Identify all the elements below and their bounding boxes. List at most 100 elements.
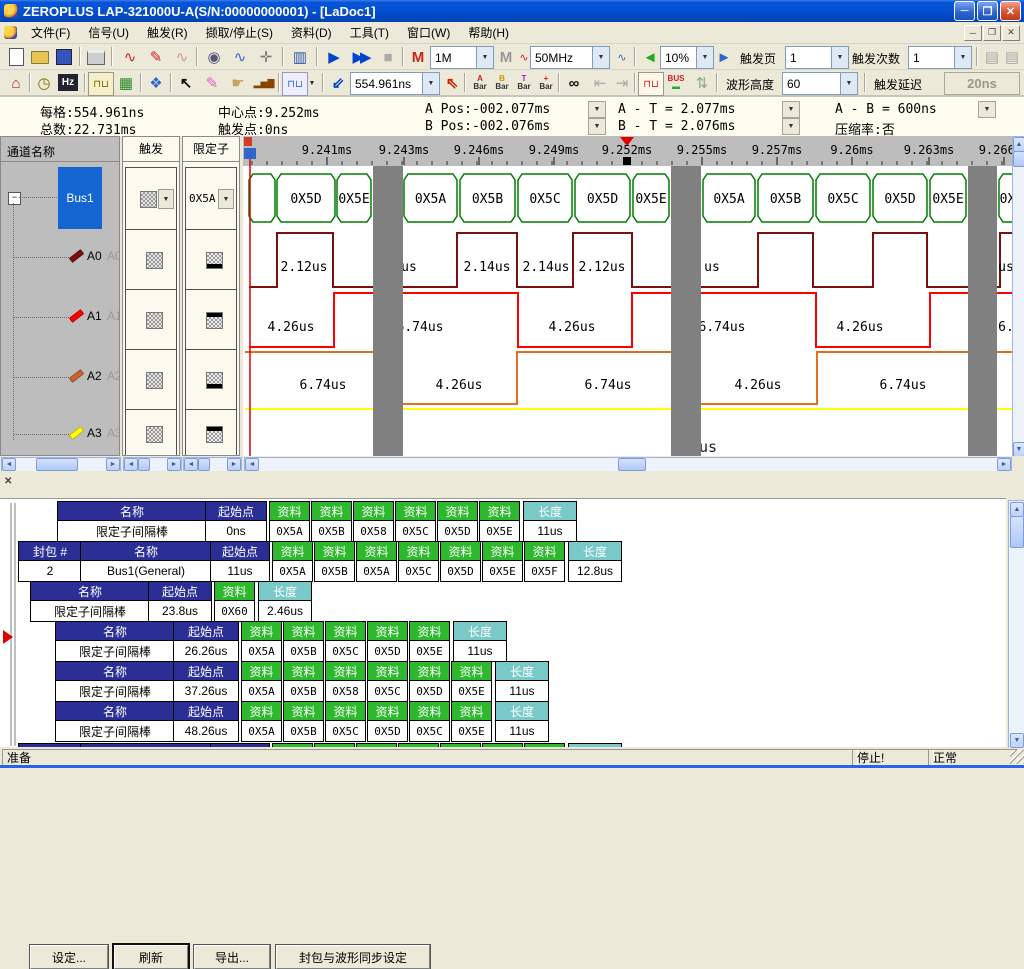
scroll-right-icon[interactable]: ► [997, 458, 1011, 471]
mdi-restore-icon[interactable]: ❐ [983, 25, 1001, 41]
trigger-wave-icon[interactable]: ∿ [228, 46, 252, 68]
waveform-window-icon[interactable]: ⊓⊔ [88, 72, 114, 96]
sample-rate-select[interactable]: 50MHz▼ [530, 46, 610, 69]
trigger-left-arrow-icon[interactable]: ◄ [638, 46, 662, 68]
menu-item-1[interactable]: 信号(U) [79, 21, 138, 44]
dont-care-icon[interactable] [146, 252, 163, 269]
scroll-thumb[interactable] [618, 458, 646, 471]
trigger-cell-4[interactable] [125, 409, 177, 456]
t-bar-icon[interactable]: TBar [512, 72, 536, 94]
scroll-thumb[interactable] [1013, 151, 1024, 167]
channel-label-A3[interactable]: A3 [87, 426, 102, 440]
menu-item-0[interactable]: 文件(F) [22, 21, 79, 44]
a-pos-dropdown[interactable]: ▼ [588, 101, 606, 118]
highlight-pen-icon[interactable]: ✎ [200, 72, 224, 94]
a-bar-icon[interactable]: ABar [468, 72, 492, 94]
zoom-back-icon[interactable]: ⇖ [440, 72, 464, 94]
run-icon[interactable]: ▶ [322, 46, 346, 68]
qualifier-cell-2[interactable] [185, 289, 237, 351]
trigger-count-select[interactable]: 1▼ [908, 46, 972, 69]
trigger-cursor-icon[interactable]: ✛ [254, 46, 278, 68]
trigger-settings-icon[interactable]: ∿ [118, 46, 142, 68]
scroll-left-icon[interactable]: ◄ [184, 458, 198, 471]
memory-depth-select[interactable]: 1M▼ [430, 46, 494, 69]
b-pos-dropdown[interactable]: ▼ [588, 118, 606, 135]
display-ratio-select[interactable]: 10%▼ [660, 46, 714, 69]
packet-refresh-button[interactable]: 刷新 [114, 945, 188, 969]
channel-label-A1[interactable]: A1 [87, 309, 102, 323]
minimize-icon[interactable]: ─ [954, 1, 975, 21]
time-per-div-select[interactable]: 554.961ns▼ [350, 72, 440, 95]
scroll-left-icon[interactable]: ◄ [2, 458, 16, 471]
scroll-up-icon[interactable]: ▲ [1013, 137, 1024, 152]
open-file-icon[interactable] [28, 46, 52, 68]
channel-label-A0[interactable]: A0 [87, 249, 102, 263]
scroll-thumb[interactable] [1010, 516, 1024, 548]
qualifier-cell-4[interactable] [185, 409, 237, 456]
trigger-cell-1[interactable] [125, 229, 177, 291]
dont-care-icon[interactable] [146, 312, 163, 329]
bus-expander[interactable]: − [8, 192, 21, 205]
mdi-close-icon[interactable]: ✕ [1002, 25, 1020, 41]
wave-mode-dropdown-icon[interactable]: ▼ [306, 72, 318, 94]
scroll-left-icon[interactable]: ◄ [245, 458, 259, 471]
qualifier-cell-0[interactable]: 0X5A▼ [185, 167, 237, 231]
mdi-minimize-icon[interactable]: ─ [964, 25, 982, 41]
wave-mode-icon[interactable]: ⊓⊔ [282, 72, 308, 96]
dont-care-icon[interactable] [140, 191, 157, 208]
packet-export-button[interactable]: 导出... [194, 945, 270, 969]
save-icon[interactable] [52, 46, 76, 68]
scroll-right-icon[interactable]: ► [167, 458, 181, 471]
dont-care-icon[interactable] [146, 372, 163, 389]
run-repeat-icon[interactable]: ▶▶ [348, 46, 372, 68]
qualifier-cell-3[interactable] [185, 349, 237, 411]
menu-item-7[interactable]: 帮助(H) [459, 21, 518, 44]
trigger-page-select[interactable]: 1▼ [785, 46, 849, 69]
chevron-down-icon[interactable]: ▼ [158, 189, 174, 209]
packet-vscrollbar[interactable]: ▲ ▼ [1008, 500, 1024, 749]
trigger-cell-2[interactable] [125, 289, 177, 351]
new-file-icon[interactable] [4, 46, 28, 68]
roll-view-icon[interactable]: ▥ [288, 46, 312, 68]
b-bar-icon[interactable]: BBar [490, 72, 514, 94]
wave-height-select[interactable]: 60▼ [782, 72, 858, 95]
resize-grip[interactable] [1010, 750, 1024, 764]
scroll-thumb[interactable] [36, 458, 78, 471]
dont-care-icon[interactable] [146, 426, 163, 443]
h-scrollbar-3[interactable]: ◄► [244, 457, 1012, 472]
zoom-range-icon[interactable]: ⇙ [326, 72, 350, 94]
trigger-mark-view-icon[interactable]: ◉ [202, 46, 226, 68]
h-scrollbar-2[interactable]: ◄► [183, 457, 242, 472]
pointer-icon[interactable]: ↖ [174, 72, 198, 94]
bus-icon[interactable]: BUS▬ [664, 72, 688, 94]
scroll-right-icon[interactable]: ► [227, 458, 241, 471]
waveform-display[interactable]: 9.241ms9.243ms9.246ms9.249ms9.252ms9.255… [243, 136, 1012, 456]
scroll-left-icon[interactable]: ◄ [124, 458, 138, 471]
scroll-down-icon[interactable]: ▼ [1013, 442, 1024, 456]
level-select-icon[interactable] [206, 312, 223, 329]
wave-clock-icon[interactable]: ⊓⊔ [638, 72, 664, 96]
level-select-icon[interactable] [206, 252, 223, 269]
h-scrollbar-0[interactable]: ◄► [1, 457, 121, 472]
add-bar-icon[interactable]: +Bar [534, 72, 558, 94]
packet-panel-close-icon[interactable]: ✕ [4, 476, 12, 487]
close-icon[interactable]: ✕ [1000, 1, 1021, 21]
packet-setting-button[interactable]: 设定... [30, 945, 108, 969]
find-icon[interactable]: ∞ [562, 72, 586, 94]
scroll-up-icon[interactable]: ▲ [1010, 502, 1024, 517]
a-t-dropdown[interactable]: ▼ [782, 101, 800, 118]
stop-icon[interactable]: ■ [376, 46, 400, 68]
bus-name[interactable]: Bus1 [58, 167, 102, 229]
home-icon[interactable]: ⌂ [4, 72, 28, 94]
wave-vscrollbar[interactable]: ▲ ▼ [1012, 136, 1024, 456]
a-b-dropdown[interactable]: ▼ [978, 101, 996, 118]
scroll-thumb[interactable] [138, 458, 150, 471]
menu-item-3[interactable]: 撷取/停止(S) [197, 21, 282, 44]
level-select-icon[interactable] [206, 426, 223, 443]
trigger-right-arrow-icon[interactable]: ► [712, 46, 736, 68]
b-t-dropdown[interactable]: ▼ [782, 118, 800, 135]
navigator-icon[interactable]: ❖ [144, 72, 168, 94]
packet-sync-button[interactable]: 封包与波形同步设定 [276, 945, 430, 969]
trigger-advance-icon[interactable]: ∿ [170, 46, 194, 68]
hand-icon[interactable]: ☛ [226, 72, 250, 94]
